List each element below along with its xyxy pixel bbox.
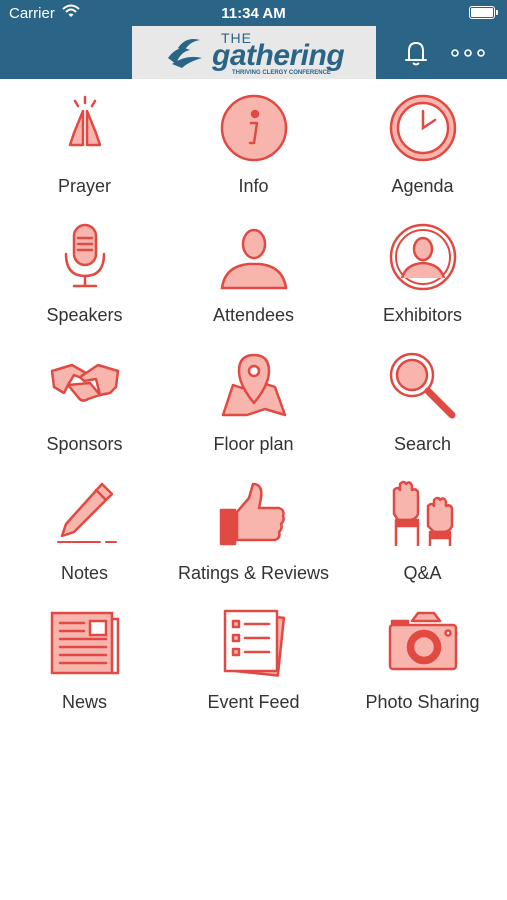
- menu-label: Notes: [60, 563, 109, 583]
- praying-hands-icon: [68, 95, 101, 147]
- status-bar: Carrier 11:34 AM: [0, 0, 507, 26]
- menu-label: Floor plan: [213, 434, 294, 454]
- menu-item-agenda[interactable]: Agenda: [338, 79, 507, 208]
- raised-hands-icon: [392, 480, 453, 546]
- menu-item-info[interactable]: Info: [169, 79, 338, 208]
- menu-label: Exhibitors: [382, 305, 463, 325]
- event-logo: THE gathering THRIVING CLERGY CONFERENCE: [132, 26, 376, 79]
- menu-item-attendees[interactable]: Attendees: [169, 208, 338, 337]
- menu-item-exhibitors[interactable]: Exhibitors: [338, 208, 507, 337]
- menu-label: Q&A: [403, 563, 442, 583]
- checklist-icon: [223, 609, 285, 677]
- menu-label: Event Feed: [207, 692, 300, 712]
- menu-item-news[interactable]: News: [0, 595, 169, 724]
- menu-item-sponsors[interactable]: Sponsors: [0, 337, 169, 466]
- menu-item-speakers[interactable]: Speakers: [0, 208, 169, 337]
- menu-item-qa[interactable]: Q&A: [338, 466, 507, 595]
- menu-item-prayer[interactable]: Prayer: [0, 79, 169, 208]
- menu-label: Photo Sharing: [365, 692, 480, 712]
- menu-item-floor-plan[interactable]: Floor plan: [169, 337, 338, 466]
- person-circle-icon: [389, 223, 456, 291]
- bell-icon[interactable]: [401, 38, 431, 68]
- clock-icon: [389, 94, 456, 162]
- menu-label: Ratings & Reviews: [177, 563, 330, 583]
- logo-name: gathering: [212, 39, 345, 72]
- menu-item-ratings-reviews[interactable]: Ratings & Reviews: [169, 466, 338, 595]
- menu-label: Search: [393, 434, 452, 454]
- app-header: Carrier 11:34 AM THE gathering THRIVING …: [0, 0, 507, 79]
- menu-item-event-feed[interactable]: Event Feed: [169, 595, 338, 724]
- info-icon: [220, 94, 287, 162]
- camera-icon: [388, 611, 457, 671]
- menu-item-search[interactable]: Search: [338, 337, 507, 466]
- map-pin-icon: [221, 353, 286, 417]
- menu-label: Info: [238, 176, 269, 196]
- menu-label: Prayer: [57, 176, 111, 196]
- menu-label: Attendees: [212, 305, 295, 325]
- microphone-icon: [64, 223, 105, 288]
- menu-label: Sponsors: [46, 434, 123, 454]
- menu-item-notes[interactable]: Notes: [0, 466, 169, 595]
- menu-label: News: [61, 692, 107, 712]
- menu-item-photo-sharing[interactable]: Photo Sharing: [338, 595, 507, 724]
- magnifier-icon: [389, 352, 455, 419]
- hands-logo-icon: [168, 39, 202, 68]
- battery-icon: [469, 6, 498, 19]
- more-icon[interactable]: [451, 48, 485, 58]
- menu-label: Agenda: [391, 176, 454, 196]
- menu-label: Speakers: [46, 305, 123, 325]
- thumbs-up-icon: [219, 482, 285, 546]
- pen-icon: [56, 482, 117, 543]
- handshake-icon: [50, 363, 119, 402]
- logo-tagline: THRIVING CLERGY CONFERENCE: [232, 70, 331, 76]
- person-icon: [220, 228, 287, 290]
- clock-time: 11:34 AM: [221, 5, 286, 22]
- newspaper-icon: [50, 611, 119, 675]
